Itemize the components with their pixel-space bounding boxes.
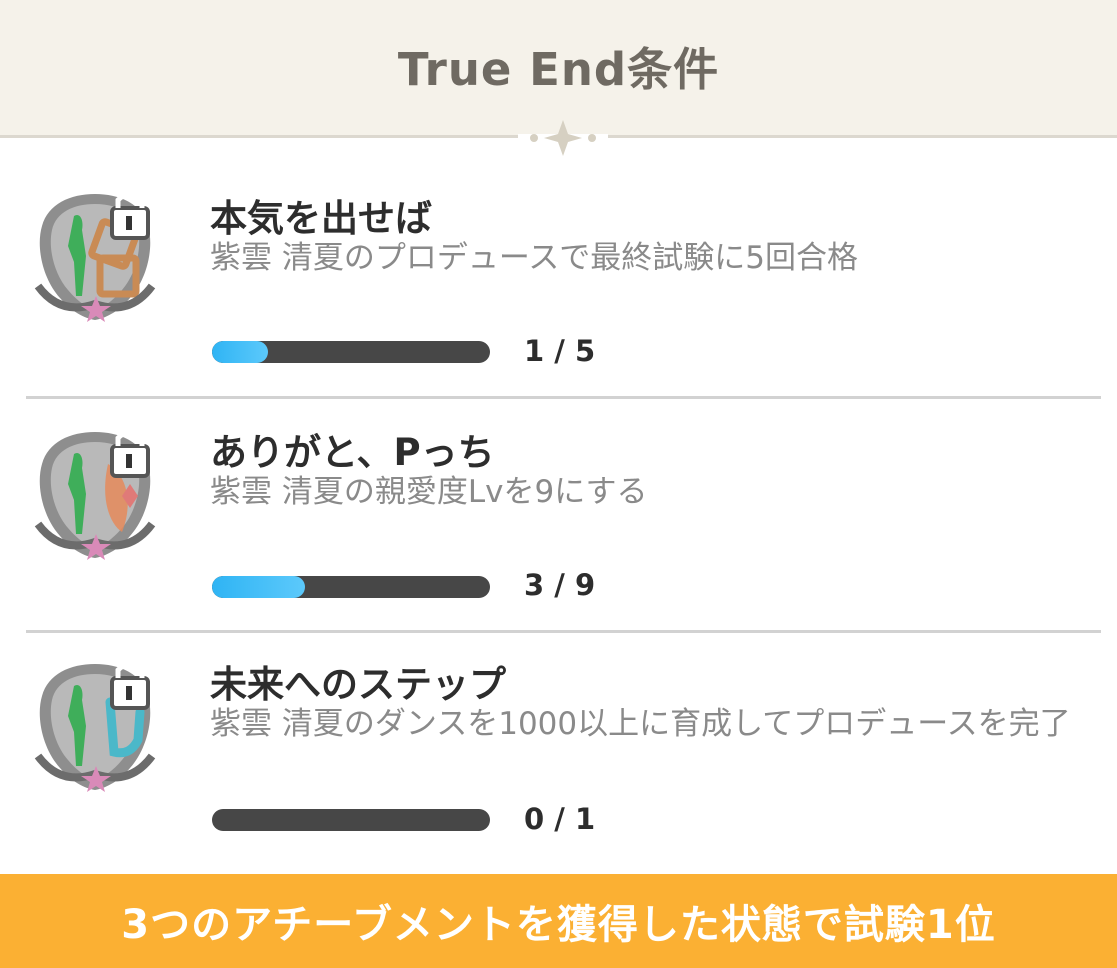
achievement-description: 紫雲 清夏の親愛度Lvを9にする [210,474,648,510]
achievement-title: 本気を出せば [210,197,432,240]
progress-bar [212,809,490,831]
divider [26,396,1101,399]
true-end-condition-banner: 3つのアチーブメントを獲得した状態で試験1位 [0,874,1117,968]
progress-bar [212,576,490,598]
progress-fill [212,341,268,363]
achievement-description: 紫雲 清夏のダンスを1000以上に育成してプロデュースを完了 [210,706,1071,742]
achievement-badge-icon [34,661,156,792]
progress-text: 1 / 5 [524,334,596,368]
sparkle-icon [518,120,608,156]
achievement-badge-icon [34,191,156,322]
achievement-title: ありがと、Pっち [210,431,495,474]
banner-text: 3つのアチーブメントを獲得した状態で試験1位 [121,902,996,948]
progress-text: 3 / 9 [524,568,596,602]
achievement-description: 紫雲 清夏のプロデュースで最終試験に5回合格 [210,240,859,276]
achievement-title: 未来へのステップ [210,663,506,706]
progress-text: 0 / 1 [524,802,596,836]
progress-fill [212,576,305,598]
divider [26,630,1101,633]
page-title: True End条件 [397,43,720,96]
progress-bar [212,341,490,363]
achievement-badge-icon [34,429,156,560]
